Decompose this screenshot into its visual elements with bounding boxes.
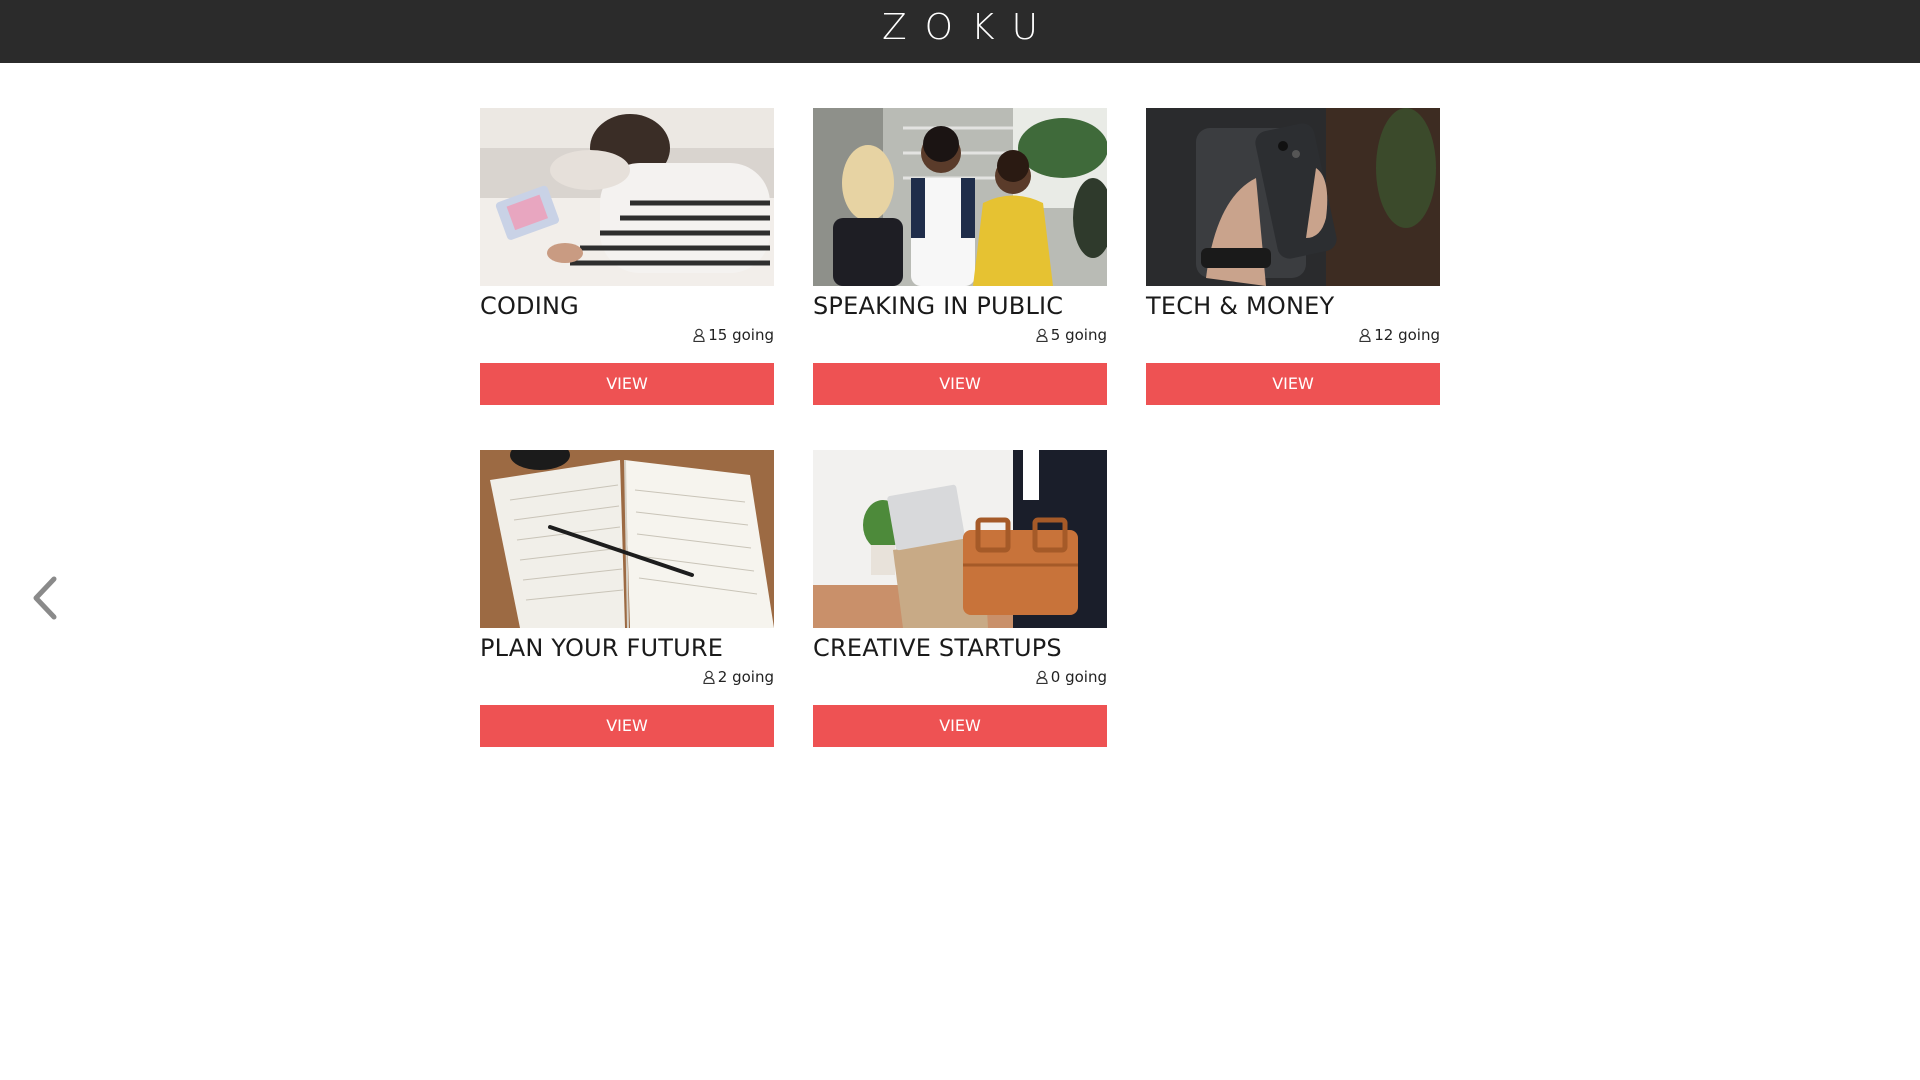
going-label: 2 going	[717, 668, 774, 686]
view-button[interactable]: VIEW	[480, 363, 774, 405]
person-icon	[1359, 328, 1371, 342]
view-button[interactable]: VIEW	[1146, 363, 1440, 405]
attendee-count: 5 going	[1036, 326, 1107, 344]
event-card-speaking-in-public: SPEAKING IN PUBLIC 5 going VIEW	[813, 108, 1107, 405]
event-image[interactable]	[480, 108, 774, 286]
person-icon	[693, 328, 705, 342]
going-label: 0 going	[1050, 668, 1107, 686]
event-image[interactable]	[813, 108, 1107, 286]
going-label: 5 going	[1050, 326, 1107, 344]
attendee-count: 12 going	[1359, 326, 1440, 344]
event-card-coding: CODING 15 going VIEW	[480, 108, 774, 405]
view-button[interactable]: VIEW	[813, 705, 1107, 747]
attendee-count: 2 going	[703, 668, 774, 686]
event-title: PLAN YOUR FUTURE	[480, 634, 724, 662]
event-title: CREATIVE STARTUPS	[813, 634, 1062, 662]
event-title: SPEAKING IN PUBLIC	[813, 292, 1064, 320]
event-image[interactable]	[813, 450, 1107, 628]
event-title: TECH & MONEY	[1146, 292, 1335, 320]
attendee-count: 0 going	[1036, 668, 1107, 686]
attendee-count: 15 going	[693, 326, 774, 344]
view-button[interactable]: VIEW	[480, 705, 774, 747]
chevron-left-icon[interactable]	[26, 573, 66, 623]
event-card-plan-your-future: PLAN YOUR FUTURE 2 going VIEW	[480, 450, 774, 747]
person-icon	[1036, 670, 1048, 684]
event-title: CODING	[480, 292, 579, 320]
view-button[interactable]: VIEW	[813, 363, 1107, 405]
top-bar: ZOKU	[0, 0, 1920, 63]
logo[interactable]: ZOKU	[0, 6, 1920, 50]
event-card-creative-startups: CREATIVE STARTUPS 0 going VIEW	[813, 450, 1107, 747]
event-image[interactable]	[480, 450, 774, 628]
event-card-tech-and-money: TECH & MONEY 12 going VIEW	[1146, 108, 1440, 405]
going-label: 15 going	[708, 326, 774, 344]
person-icon	[1036, 328, 1048, 342]
going-label: 12 going	[1374, 326, 1440, 344]
person-icon	[703, 670, 715, 684]
event-image[interactable]	[1146, 108, 1440, 286]
